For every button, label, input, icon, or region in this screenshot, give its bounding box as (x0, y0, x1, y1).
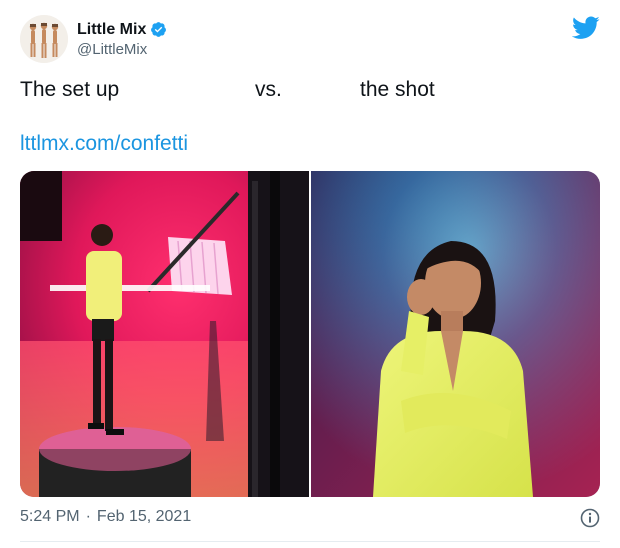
behind-the-scenes-photo[interactable] (20, 171, 309, 497)
author-handle[interactable]: @LittleMix (77, 41, 167, 58)
author-block: Little Mix @LittleMix (77, 21, 167, 58)
tweet-header: Little Mix @LittleMix (20, 14, 167, 64)
name-row: Little Mix (77, 21, 167, 39)
tweet-text-part-setup: The set up (20, 78, 120, 101)
tweet-text: The set up vs. the shot (20, 76, 600, 106)
twitter-bird-icon[interactable] (571, 16, 600, 40)
tweet-time: 5:24 PM (20, 508, 80, 525)
tweet-timestamp[interactable]: 5:24 PM · Feb 15, 2021 (20, 508, 191, 526)
verified-badge-icon (150, 21, 167, 38)
tweet-text-part-vs: vs. (255, 78, 282, 101)
photo-portrait-icon (311, 171, 600, 497)
final-shot-photo[interactable] (311, 171, 600, 497)
bottom-divider (20, 541, 600, 542)
tweet-link[interactable]: lttlmx.com/confetti (20, 132, 188, 156)
tweet-text-part-shot: the shot (360, 78, 435, 101)
media-grid (20, 171, 600, 497)
display-name[interactable]: Little Mix (77, 21, 146, 39)
tweet-date: Feb 15, 2021 (96, 508, 192, 525)
avatar[interactable] (20, 15, 68, 63)
meta-separator: · (85, 508, 91, 525)
tweet-card: Little Mix @LittleMix The set up vs. the… (0, 0, 620, 548)
group-photo-avatar-icon (20, 15, 68, 63)
info-icon[interactable] (580, 508, 600, 528)
photo-setup-icon (20, 171, 309, 497)
